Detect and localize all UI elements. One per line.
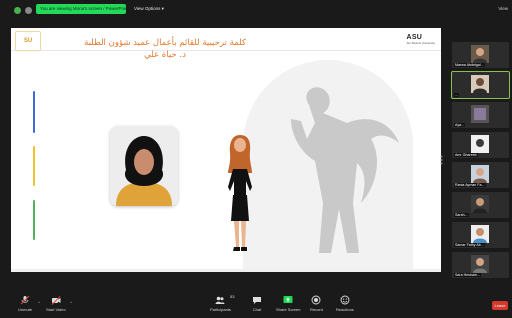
slide-logo-left: SU xyxy=(15,31,41,51)
smiley-icon xyxy=(340,295,350,305)
participant-video-icon xyxy=(471,105,489,123)
reactions-button[interactable]: Reactions xyxy=(336,295,354,312)
slide-title: كلمة ترحيبية للقائم بأعمال عميد شؤون الط… xyxy=(84,38,246,48)
view-options-dropdown[interactable]: View Options ▾ xyxy=(134,4,164,14)
share-screen-button[interactable]: Share Screen xyxy=(276,295,300,312)
leave-meeting-button[interactable]: Leave xyxy=(492,301,508,310)
asu-logo-text: ASU xyxy=(406,34,423,41)
chat-button[interactable]: Chat xyxy=(252,295,262,312)
unmute-label: Unmute xyxy=(18,307,33,312)
slide-footer-strip xyxy=(11,269,441,272)
participant-name: ... xyxy=(454,93,459,97)
zoom-meeting-window: You are viewing Mona's screen / PowerPoi… xyxy=(0,0,512,318)
encryption-shield-icon[interactable] xyxy=(14,7,21,14)
start-video-label: Start Video xyxy=(46,307,66,312)
participant-video-icon xyxy=(471,165,489,183)
participant-video-icon xyxy=(471,195,489,213)
participant-name: Sarah... xyxy=(454,213,469,217)
participant-video-icon xyxy=(471,45,489,63)
microphone-muted-icon xyxy=(20,295,30,305)
participant-video-icon xyxy=(471,135,489,153)
participants-icon xyxy=(215,296,225,304)
audio-options-caret-icon[interactable]: ^ xyxy=(38,300,40,305)
woman-illustration xyxy=(228,135,252,251)
participant-name: Amr Ghareeb xyxy=(454,153,478,157)
asu-logo: ASU Ain Shams University xyxy=(406,34,435,45)
chat-label: Chat xyxy=(252,307,262,312)
participant-name: Samar Fathy Ab... xyxy=(454,243,485,247)
participant-tile[interactable]: Samar Fathy Ab... xyxy=(452,222,509,248)
participant-video-icon xyxy=(471,75,489,93)
meeting-controls-bar: Unmute ^ Start Video ^ Participants 53 C… xyxy=(0,293,512,318)
participant-tile[interactable]: Amr Ghareeb xyxy=(452,132,509,158)
participant-tile[interactable]: Aya... xyxy=(452,102,509,128)
presentation-slide: SU ASU Ain Shams University كلمة ترحيبية… xyxy=(11,28,441,272)
participant-tile[interactable]: Sara Hesham... xyxy=(452,252,509,278)
participant-video-icon xyxy=(471,225,489,243)
share-screen-label: Share Screen xyxy=(276,307,301,312)
participant-name: Rania Ayman Fa... xyxy=(454,183,486,187)
decor-bar-yellow xyxy=(33,146,35,186)
participant-tile[interactable]: Rania Ayman Fa... xyxy=(452,162,509,188)
participant-gallery: Marwa Abdelgal... ... Aya... Amr Ghareeb… xyxy=(451,42,510,286)
screen-share-banner: You are viewing Mona's screen / PowerPoi… xyxy=(36,4,126,14)
record-icon xyxy=(312,295,321,305)
slide-subtitle: د. حياة علي xyxy=(144,50,186,60)
participants-label: Participants xyxy=(210,307,231,312)
reactions-label: Reactions xyxy=(336,307,354,312)
participant-tile[interactable]: Marwa Abdelgal... xyxy=(452,42,509,68)
panel-resize-handle[interactable] xyxy=(440,155,443,165)
participant-tile[interactable]: ... xyxy=(451,71,510,99)
meeting-top-bar: You are viewing Mona's screen / PowerPoi… xyxy=(0,0,512,22)
record-label: Record xyxy=(310,307,323,312)
chat-icon xyxy=(253,297,261,304)
speaker-portrait xyxy=(110,126,178,206)
participant-video-icon xyxy=(471,255,489,273)
participant-name: Sara Hesham... xyxy=(454,273,481,277)
speaker-portrait-image xyxy=(110,126,178,206)
asu-logo-subtext: Ain Shams University xyxy=(406,41,435,45)
video-camera-off-icon xyxy=(51,296,61,305)
share-screen-icon xyxy=(283,296,293,303)
hero-shadow-illustration xyxy=(291,87,399,253)
video-options-caret-icon[interactable]: ^ xyxy=(70,300,72,305)
unmute-button[interactable]: Unmute xyxy=(18,295,32,312)
participants-button[interactable]: Participants xyxy=(210,295,231,312)
decor-bar-blue xyxy=(33,91,35,133)
participant-tile[interactable]: Sarah... xyxy=(452,192,509,218)
meeting-info-icon[interactable] xyxy=(25,7,32,14)
record-button[interactable]: Record xyxy=(310,295,323,312)
participants-count-badge: 53 xyxy=(230,294,235,299)
participant-name: Aya... xyxy=(454,123,466,127)
participant-name: Marwa Abdelgal... xyxy=(454,63,485,67)
start-video-button[interactable]: Start Video xyxy=(46,295,66,312)
view-layout-button[interactable]: View xyxy=(498,4,508,14)
decor-bar-green xyxy=(33,200,35,240)
